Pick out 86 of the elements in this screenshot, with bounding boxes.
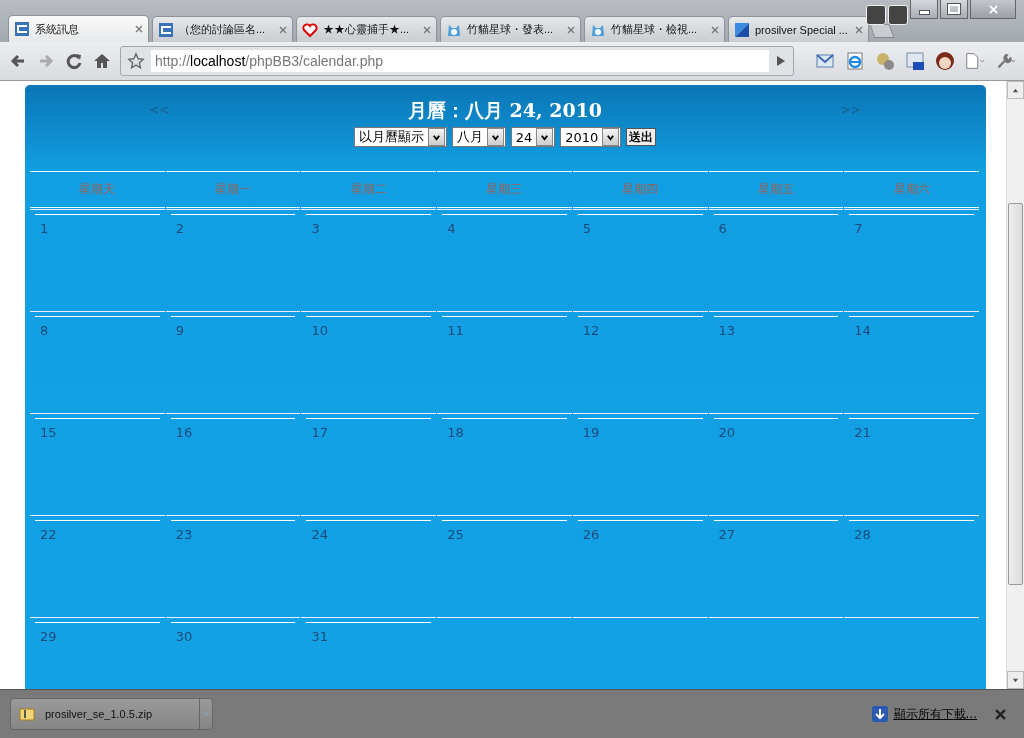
weekday-header: 星期二	[301, 171, 437, 208]
browser-tab[interactable]: 竹貓星球・檢視...	[584, 16, 725, 42]
day-number: 21	[854, 425, 871, 440]
heart-icon	[302, 21, 318, 38]
day-number: 23	[175, 527, 193, 542]
day-number: 6	[718, 221, 727, 236]
day-number: 24	[311, 527, 328, 542]
close-tab-icon[interactable]	[135, 25, 143, 33]
close-icon	[988, 4, 998, 14]
reload-icon[interactable]	[64, 51, 84, 71]
day-number: 10	[311, 323, 328, 338]
weekday-header: 星期五	[708, 171, 844, 208]
day-number: 28	[854, 527, 871, 542]
browser-tab[interactable]: 竹貓星球・發表...	[440, 16, 581, 42]
day-number: 17	[311, 425, 328, 440]
browser-tab[interactable]: ★★心靈捕手★...	[296, 16, 437, 42]
caret-icon	[431, 132, 441, 142]
maximize-button[interactable]	[940, 0, 968, 19]
close-tab-icon[interactable]	[711, 25, 719, 34]
avatar-icon[interactable]	[934, 51, 956, 71]
mail-icon[interactable]	[814, 51, 836, 71]
weekday-header: 星期一	[165, 171, 301, 208]
day-number: 20	[718, 425, 736, 440]
weekday-header: 星期六	[844, 171, 979, 208]
day-number: 5	[582, 221, 592, 236]
close-button[interactable]	[970, 0, 1016, 19]
day-number: 1	[40, 221, 49, 236]
day-number: 27	[718, 527, 736, 542]
scrollbar[interactable]	[1006, 81, 1024, 689]
page-menu-icon[interactable]	[964, 51, 986, 71]
day-number: 12	[582, 323, 600, 338]
day-number: 3	[311, 221, 320, 236]
day-number: 15	[40, 425, 57, 440]
day-number: 16	[175, 425, 193, 440]
site-icon	[14, 21, 30, 37]
browser-icon[interactable]	[844, 51, 866, 71]
browser-tab[interactable]: （您的討論區名...	[152, 16, 293, 42]
day-number: 25	[447, 527, 464, 542]
day-number: 31	[311, 629, 328, 644]
day-number: 4	[447, 221, 456, 236]
up-arrow-icon[interactable]	[1012, 86, 1019, 94]
close-icon[interactable]	[995, 708, 1006, 720]
dropdown[interactable]: 24	[510, 127, 556, 147]
star-icon[interactable]	[127, 52, 145, 70]
day-number: 2	[175, 221, 184, 236]
download-icon	[871, 706, 888, 722]
day-number: 11	[447, 323, 464, 338]
calendar-title: 月曆：八月 24, 2010	[407, 99, 603, 121]
weekday-header: 星期天	[30, 171, 165, 208]
url-field[interactable]: http://localhost/phpBB3/calendar.php	[151, 50, 769, 72]
close-tab-icon[interactable]	[855, 25, 863, 34]
caret-icon	[490, 132, 500, 142]
weekday-header: 星期四	[572, 171, 708, 208]
day-number: 29	[40, 629, 57, 644]
day-number: 14	[854, 323, 871, 338]
close-tab-icon[interactable]	[567, 25, 575, 34]
document-icon	[734, 21, 750, 38]
submit-button[interactable]: 送出	[626, 128, 657, 146]
day-number: 13	[718, 323, 736, 338]
day-number: 7	[854, 221, 863, 236]
day-number: 9	[175, 323, 184, 338]
minimize-button[interactable]	[910, 0, 938, 19]
zip-file-icon	[19, 706, 35, 722]
weekday-header: 星期三	[437, 171, 572, 208]
day-number: 8	[40, 323, 49, 338]
dropdown[interactable]: 八月	[451, 127, 506, 147]
day-number: 26	[582, 527, 600, 542]
dropdown[interactable]: 2010	[560, 127, 622, 147]
browser-tab[interactable]: prosilver Special ...	[728, 16, 869, 42]
show-all-downloads-link[interactable]: 顯示所有下載...	[893, 705, 977, 723]
day-number: 22	[40, 527, 57, 542]
address-bar[interactable]: http://localhost/phpBB3/calendar.php	[120, 46, 794, 76]
close-tab-icon[interactable]	[423, 25, 431, 34]
day-number: 19	[582, 425, 600, 440]
close-tab-icon[interactable]	[279, 25, 287, 34]
download-item[interactable]: prosilver_se_1.0.5.zip	[10, 698, 213, 730]
home-icon[interactable]	[92, 51, 112, 71]
day-number: 30	[175, 629, 193, 644]
down-arrow-icon[interactable]	[1012, 676, 1019, 684]
browser-tab[interactable]: 系統訊息	[8, 15, 149, 42]
dropdown[interactable]: 以月曆顯示	[353, 127, 447, 147]
site-icon	[158, 21, 174, 38]
caret-icon	[606, 132, 616, 142]
day-number: 18	[447, 425, 464, 440]
go-icon[interactable]	[775, 55, 787, 67]
caret-icon	[540, 132, 550, 142]
